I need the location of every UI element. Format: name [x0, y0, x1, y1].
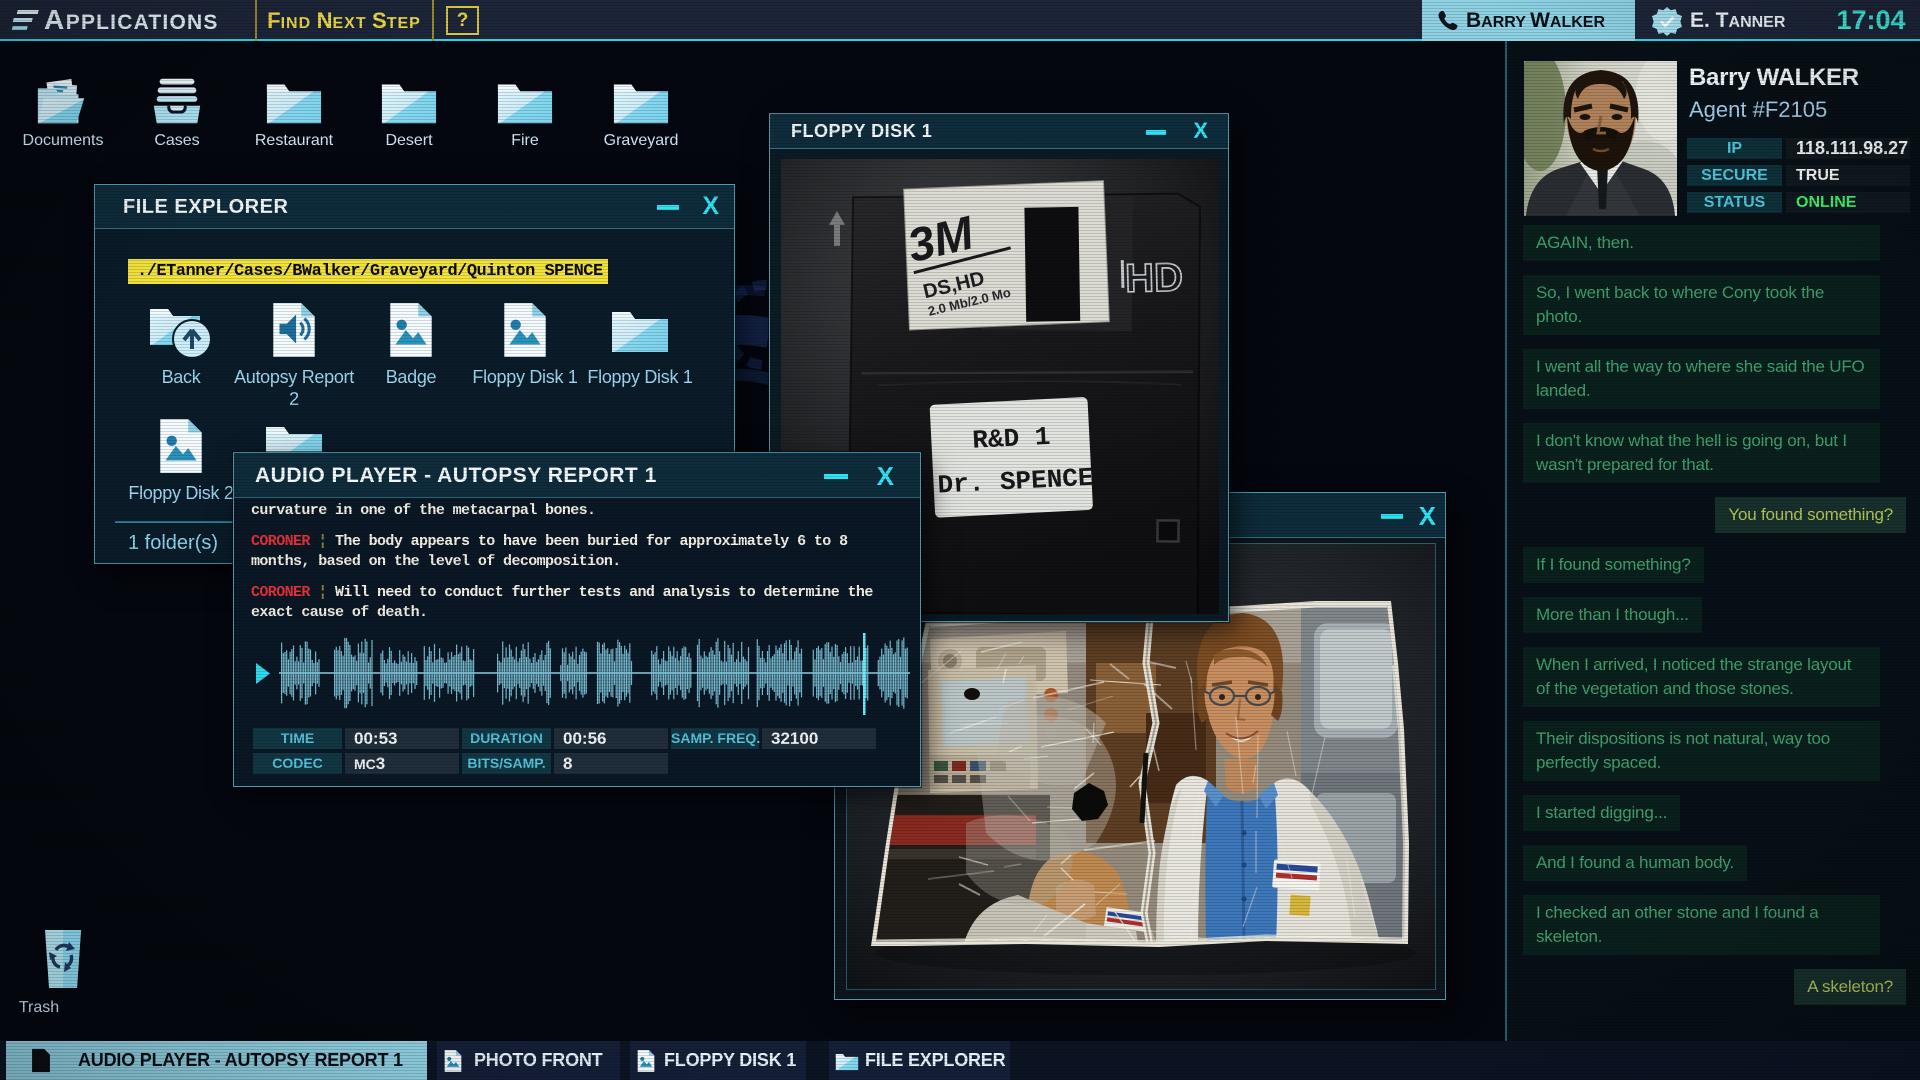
- svg-text:HD: HD: [1125, 256, 1184, 301]
- svg-text:R&D 1: R&D 1: [972, 422, 1051, 456]
